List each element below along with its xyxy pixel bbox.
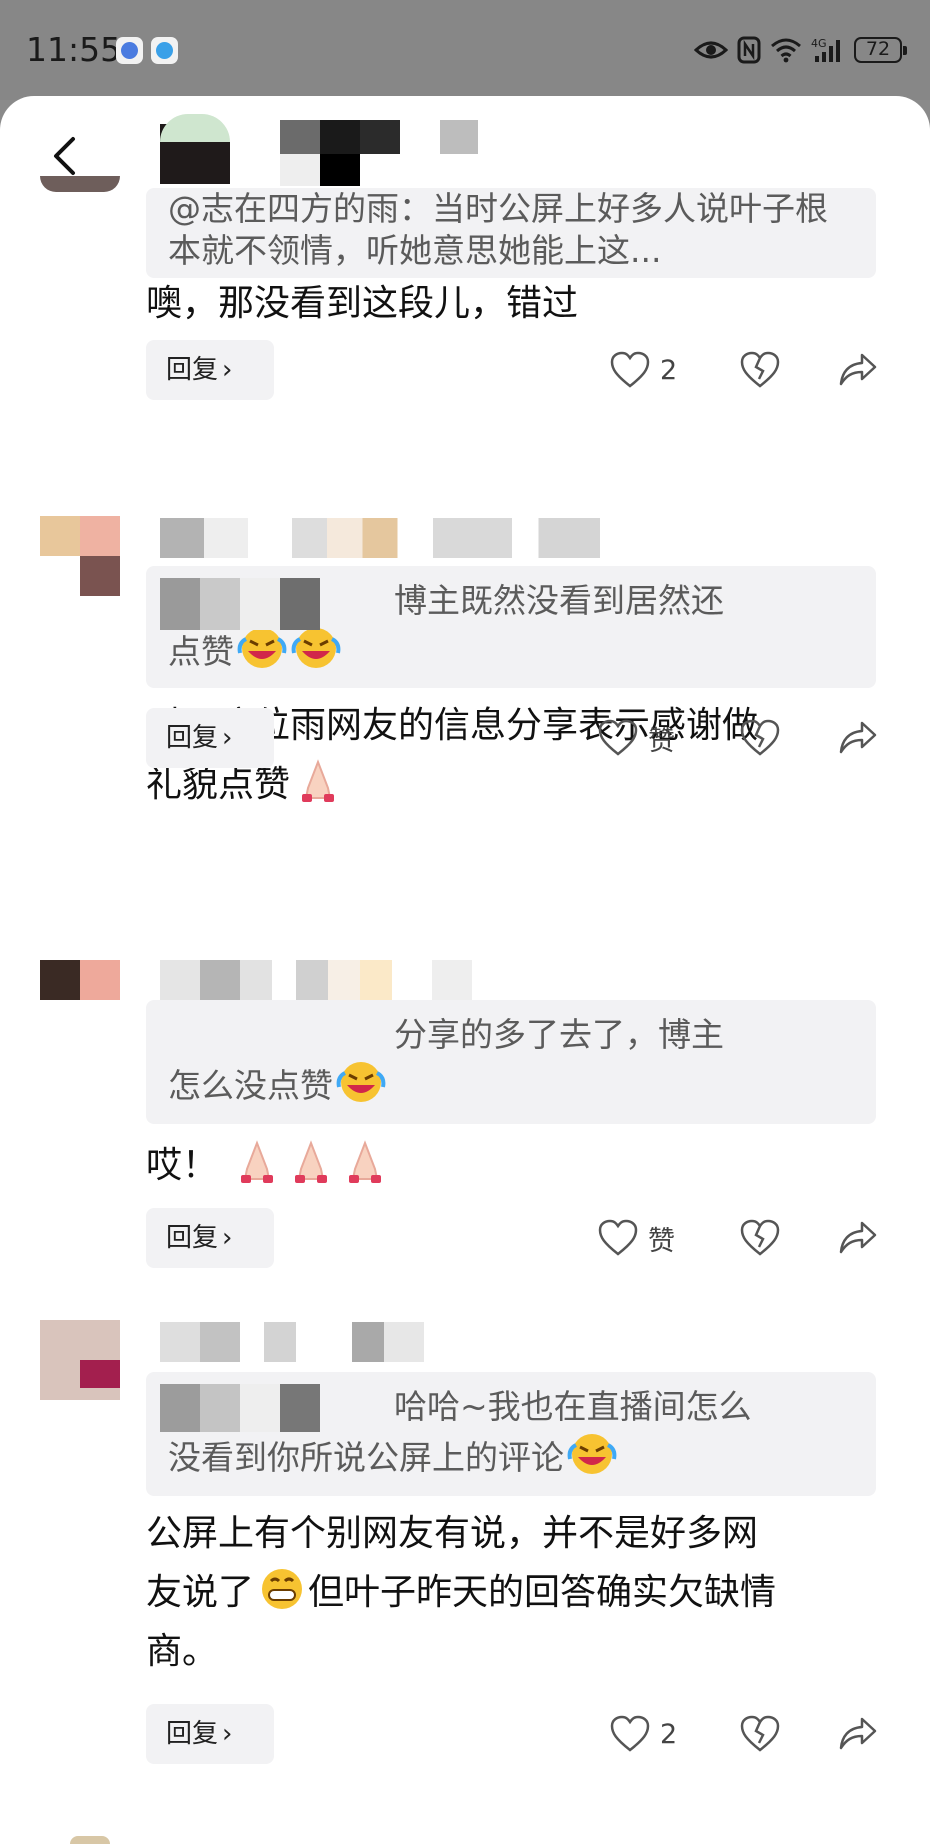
comment-text: 噢，那没看到这段儿，错过 <box>146 283 579 324</box>
eye-icon <box>694 41 728 59</box>
share-arrow-icon <box>839 1717 877 1750</box>
rolling-laughing-emoji <box>237 628 287 668</box>
rolling-laughing-emoji <box>567 1434 617 1474</box>
dislike-button[interactable] <box>740 1213 780 1263</box>
share-arrow-icon <box>839 721 877 754</box>
grinning-emoji <box>262 1569 303 1609</box>
like-button[interactable]: 赞 <box>598 713 675 763</box>
quoted-text: @志在四方的雨：当时公屏上好多人说叶子根本就不领情，听她意思她能上这... <box>168 189 828 270</box>
quoted-comment[interactable]: @志在四方的雨：当时公屏上好多人说叶子根本就不领情，听她意思她能上这... <box>146 188 876 278</box>
quoted-text-line2: 怎么没点赞 <box>168 1059 856 1110</box>
svg-text:4G: 4G <box>811 37 827 50</box>
comment-text-line2: 友说了 但叶子昨天的回答确实欠缺情 <box>146 1563 876 1622</box>
like-button[interactable]: 2 <box>610 345 677 395</box>
share-button[interactable] <box>838 345 878 395</box>
status-time: 11:55 <box>26 30 122 69</box>
dislike-button[interactable] <box>740 1709 780 1759</box>
quoted-text: 怎么没点赞 <box>168 1066 333 1105</box>
like-count: 2 <box>660 354 678 386</box>
folded-hands-emoji <box>349 1140 382 1183</box>
chevron-right-icon: › <box>222 723 233 753</box>
heart-icon <box>610 1715 650 1752</box>
broken-heart-icon <box>740 351 780 388</box>
chevron-right-icon: › <box>222 355 233 385</box>
quoted-comment[interactable]: 分享的多了去了，博主 怎么没点赞 <box>146 1000 876 1124</box>
quoted-username-pixelated <box>160 1384 320 1432</box>
avatar[interactable] <box>40 516 120 596</box>
comment-text-segment: 哎！ <box>146 1145 219 1186</box>
like-count: 赞 <box>648 725 675 757</box>
reply-label: 回复 <box>166 355 219 385</box>
share-button[interactable] <box>838 1213 878 1263</box>
quoted-text-line1: 分享的多了去了，博主 <box>394 1015 724 1054</box>
next-avatar-partial <box>60 1828 120 1844</box>
comment-text-segment: 但叶子昨天的回答确实欠缺情 <box>308 1572 777 1613</box>
heart-icon <box>598 1219 638 1256</box>
wifi-icon <box>771 38 801 63</box>
chevron-right-icon: › <box>222 1719 233 1749</box>
folded-hands-emoji <box>241 1140 274 1183</box>
comment-text-line1: 公屏上有个别网友有说，并不是好多网 <box>146 1513 759 1554</box>
music-app-icon <box>116 37 143 64</box>
share-button[interactable] <box>838 1709 878 1759</box>
broken-heart-icon <box>740 1715 780 1752</box>
like-count: 赞 <box>648 1225 675 1257</box>
comment-text: 公屏上有个别网友有说，并不是好多网 友说了 但叶子昨天的回答确实欠缺情 商。 <box>146 1504 876 1681</box>
like-button[interactable]: 赞 <box>598 1213 675 1263</box>
heart-icon <box>610 351 650 388</box>
folded-hands-emoji <box>302 759 335 802</box>
comment-text-segment: 友说了 <box>146 1572 255 1613</box>
reply-button[interactable]: 回复 › <box>146 1208 274 1268</box>
status-bar: 11:55 4G 72 <box>0 0 930 100</box>
share-arrow-icon <box>839 1221 877 1254</box>
comment-text: 哎！ <box>146 1136 876 1195</box>
browser-app-icon <box>151 37 178 64</box>
reply-label: 回复 <box>166 723 219 753</box>
quoted-text-line2: 点赞 <box>168 625 856 676</box>
quoted-text-line2: 没看到你所说公屏上的评论 <box>168 1431 856 1482</box>
username-pixelated[interactable] <box>160 518 600 558</box>
username-pixelated[interactable] <box>160 960 560 1000</box>
quoted-text: 没看到你所说公屏上的评论 <box>168 1438 564 1477</box>
nfc-icon <box>737 36 761 64</box>
quoted-comment[interactable]: 博主既然没看到居然还 点赞 <box>146 566 876 688</box>
signal-4g-icon: 4G <box>811 37 840 62</box>
comment-text-segment: 礼貌点赞 <box>146 764 291 805</box>
header-title-pixelated <box>160 114 490 198</box>
like-count: 2 <box>660 1718 678 1750</box>
heart-icon <box>598 719 638 756</box>
rolling-laughing-emoji <box>336 1062 386 1102</box>
quoted-text: 点赞 <box>168 632 234 671</box>
comments-sheet: @志在四方的雨：当时公屏上好多人说叶子根本就不领情，听她意思她能上这... 噢，… <box>0 96 930 1844</box>
username-pixelated[interactable] <box>160 1322 560 1362</box>
like-button[interactable]: 2 <box>610 1709 677 1759</box>
dislike-button[interactable] <box>740 713 780 763</box>
chevron-right-icon: › <box>222 1223 233 1253</box>
reply-label: 回复 <box>166 1223 219 1253</box>
battery-indicator: 72 <box>854 37 907 63</box>
broken-heart-icon <box>740 719 780 756</box>
quoted-username-pixelated <box>160 578 320 630</box>
chevron-left-icon <box>54 137 75 175</box>
folded-hands-emoji <box>295 1140 328 1183</box>
broken-heart-icon <box>740 1219 780 1256</box>
avatar[interactable] <box>40 960 120 1000</box>
avatar[interactable] <box>40 176 120 192</box>
avatar[interactable] <box>40 1320 120 1400</box>
reply-button[interactable]: 回复 › <box>146 1704 274 1764</box>
comment-text-line3: 商。 <box>146 1631 219 1672</box>
dislike-button[interactable] <box>740 345 780 395</box>
reply-button[interactable]: 回复 › <box>146 340 274 400</box>
status-indicators: 4G 72 <box>694 32 907 68</box>
reply-label: 回复 <box>166 1719 219 1749</box>
reply-button[interactable]: 回复 › <box>146 708 274 768</box>
quoted-comment[interactable]: 哈哈~我也在直播间怎么 没看到你所说公屏上的评论 <box>146 1372 876 1496</box>
rolling-laughing-emoji <box>291 628 341 668</box>
share-button[interactable] <box>838 713 878 763</box>
share-arrow-icon <box>839 353 877 386</box>
